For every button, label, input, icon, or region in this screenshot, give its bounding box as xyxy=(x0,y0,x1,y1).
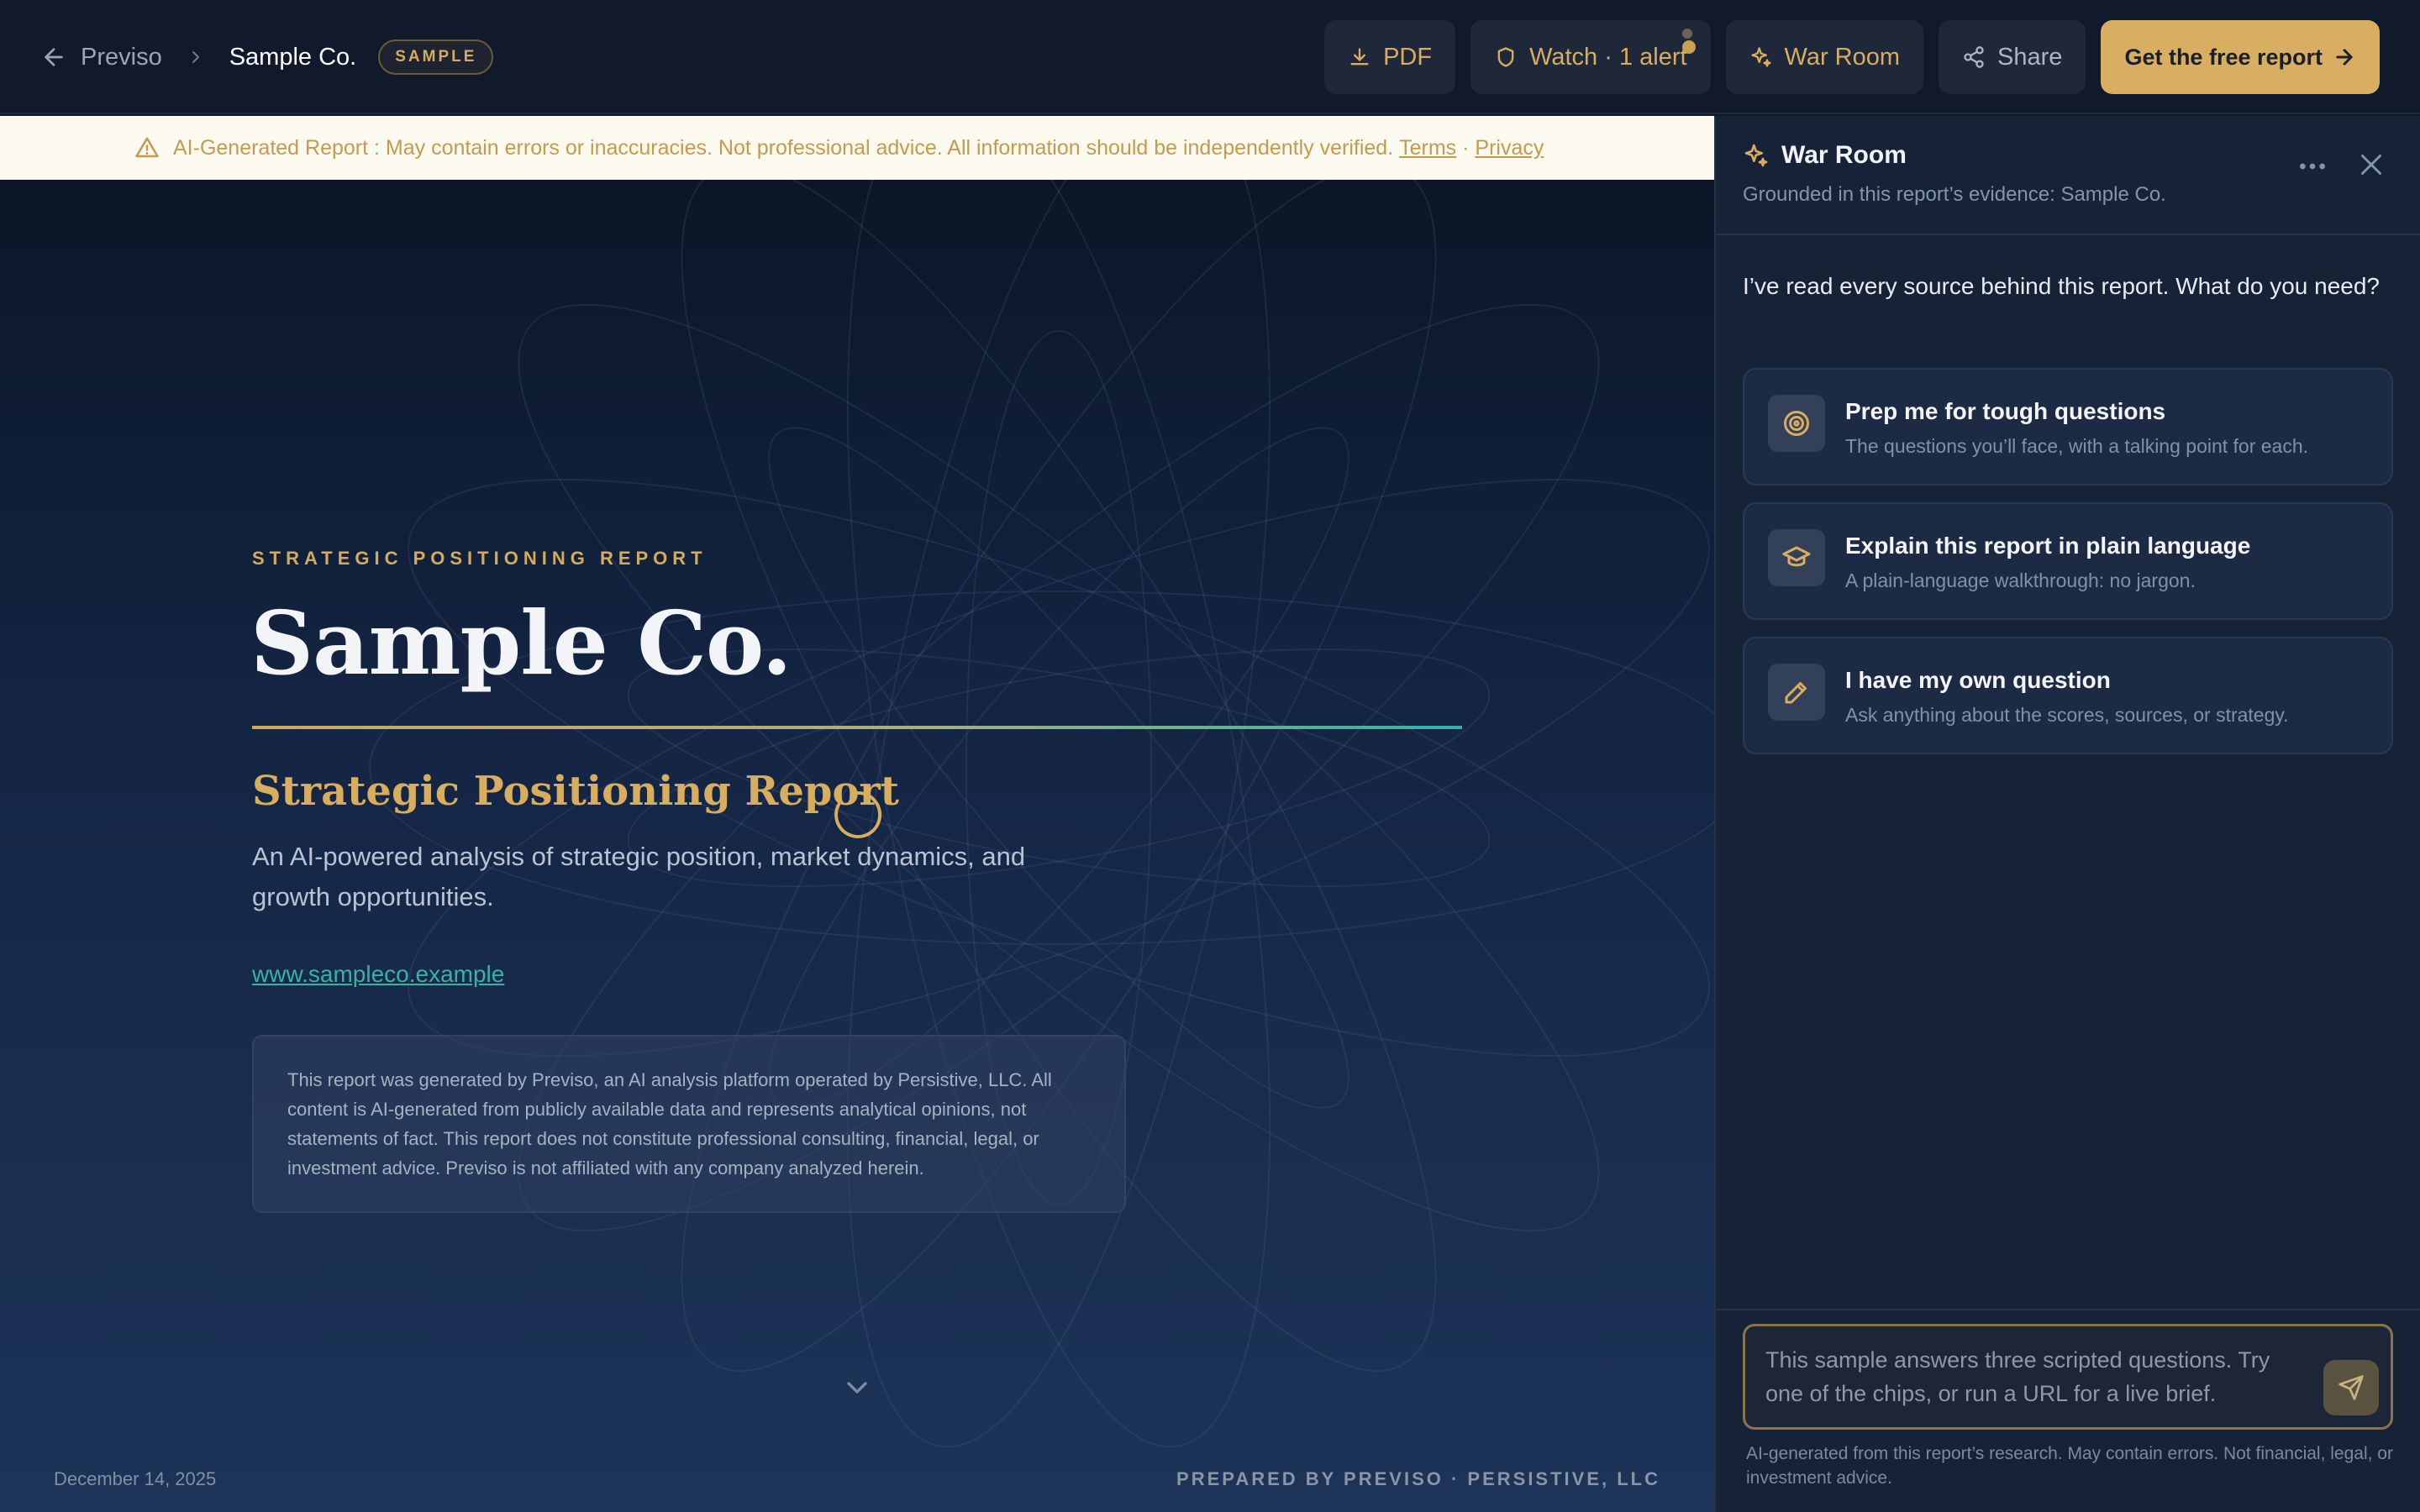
pdf-button-label: PDF xyxy=(1383,43,1433,71)
chip-title: Prep me for tough questions xyxy=(1845,398,2166,424)
assistant-intro: I’ve read every source behind this repor… xyxy=(1743,273,2380,299)
pdf-button[interactable]: PDF xyxy=(1324,20,1456,94)
watch-button-label: Watch · 1 alert xyxy=(1529,43,1687,71)
message-composer xyxy=(1743,1324,2393,1430)
arrow-right-icon xyxy=(2336,49,2353,66)
war-room-panel: War Room Grounded in this report’s evide… xyxy=(1714,116,2420,1512)
panel-title: War Room xyxy=(1743,141,2166,170)
alert-dot xyxy=(1681,40,1696,54)
chip-description: A plain-language walkthrough: no jargon. xyxy=(1845,570,2196,591)
message-input[interactable] xyxy=(1764,1341,2305,1420)
send-button[interactable] xyxy=(2323,1360,2379,1415)
report-eyebrow: STRATEGIC POSITIONING REPORT xyxy=(252,548,708,569)
chip-icon-box xyxy=(1768,395,1825,452)
graduation-cap-icon xyxy=(1782,546,1811,567)
sample-badge: SAMPLE xyxy=(378,39,494,75)
company-website-link[interactable]: www.sampleco.example xyxy=(252,961,504,988)
top-bar: Previso Sample Co. SAMPLE PDF Watch · 1 … xyxy=(0,0,2420,114)
sparkles-icon xyxy=(1744,144,1768,167)
toolbar: PDF Watch · 1 alert War Room Share Get t… xyxy=(1324,20,2380,94)
breadcrumb-company: Sample Co. xyxy=(229,43,357,71)
share-button-label: Share xyxy=(1997,43,2063,71)
ai-warning-banner: AI-Generated Report : May contain errors… xyxy=(0,116,1714,180)
banner-separator: · xyxy=(1462,135,1470,160)
war-room-button-label: War Room xyxy=(1784,43,1901,71)
terms-link[interactable]: Terms xyxy=(1399,136,1456,160)
panel-title-label: War Room xyxy=(1781,141,1907,169)
report-cover: STRATEGIC POSITIONING REPORT Sample Co. … xyxy=(0,180,1714,1512)
arrow-left-icon[interactable] xyxy=(40,44,67,71)
share-button[interactable]: Share xyxy=(1939,20,2086,94)
alert-dot-secondary xyxy=(1681,29,1692,39)
chip-icon-box xyxy=(1768,664,1825,721)
chip-title: I have my own question xyxy=(1845,667,2111,693)
pencil-icon xyxy=(1785,682,1807,704)
chip-plain-language[interactable]: Explain this report in plain language A … xyxy=(1743,502,2393,620)
panel-footer-note: AI-generated from this report’s research… xyxy=(1746,1444,2393,1488)
warning-triangle-icon xyxy=(135,137,159,158)
chip-tough-questions[interactable]: Prep me for tough questions The question… xyxy=(1743,368,2393,486)
target-icon xyxy=(1784,411,1809,436)
chip-title: Explain this report in plain language xyxy=(1845,533,2251,559)
panel-subtitle: Grounded in this report’s evidence: Samp… xyxy=(1743,183,2166,206)
sparkles-icon xyxy=(1750,47,1771,67)
company-title: Sample Co. xyxy=(250,591,792,695)
share-icon xyxy=(1964,46,1984,68)
panel-divider xyxy=(1716,234,2420,235)
chip-icon-box xyxy=(1768,529,1825,586)
watch-button[interactable]: Watch · 1 alert xyxy=(1470,20,1711,94)
loading-spinner-icon xyxy=(834,790,882,838)
chip-description: Ask anything about the scores, sources, … xyxy=(1845,704,2289,726)
chip-own-question[interactable]: I have my own question Ask anything abou… xyxy=(1743,637,2393,754)
breadcrumb: Previso Sample Co. SAMPLE xyxy=(40,0,494,114)
more-options-icon[interactable] xyxy=(2296,150,2329,183)
shield-icon xyxy=(1497,47,1514,67)
close-icon[interactable] xyxy=(2356,150,2386,180)
title-rule xyxy=(252,726,1462,729)
send-icon xyxy=(2338,1375,2364,1400)
legal-disclaimer: This report was generated by Previso, an… xyxy=(252,1035,1126,1213)
privacy-link[interactable]: Privacy xyxy=(1475,136,1544,160)
download-icon xyxy=(1350,48,1369,66)
panel-header: War Room Grounded in this report’s evide… xyxy=(1743,141,2166,207)
report-date: December 14, 2025 xyxy=(54,1468,217,1489)
chip-description: The questions you’ll face, with a talkin… xyxy=(1845,435,2309,457)
cta-button-label: Get the free report xyxy=(2124,44,2323,70)
chevron-right-icon xyxy=(192,51,199,63)
chevron-down-icon[interactable] xyxy=(840,1371,874,1404)
war-room-button[interactable]: War Room xyxy=(1725,20,1924,94)
composer-divider xyxy=(1716,1309,2420,1310)
banner-text: AI-Generated Report : May contain errors… xyxy=(173,135,1394,160)
report-subtitle: Strategic Positioning Report xyxy=(252,768,899,815)
prepared-by: PREPARED BY PREVISO · PERSISTIVE, LLC xyxy=(1176,1468,1660,1489)
report-description: An AI-powered analysis of strategic posi… xyxy=(252,842,1026,911)
get-free-report-button[interactable]: Get the free report xyxy=(2101,20,2380,94)
breadcrumb-app-link[interactable]: Previso xyxy=(81,44,162,71)
